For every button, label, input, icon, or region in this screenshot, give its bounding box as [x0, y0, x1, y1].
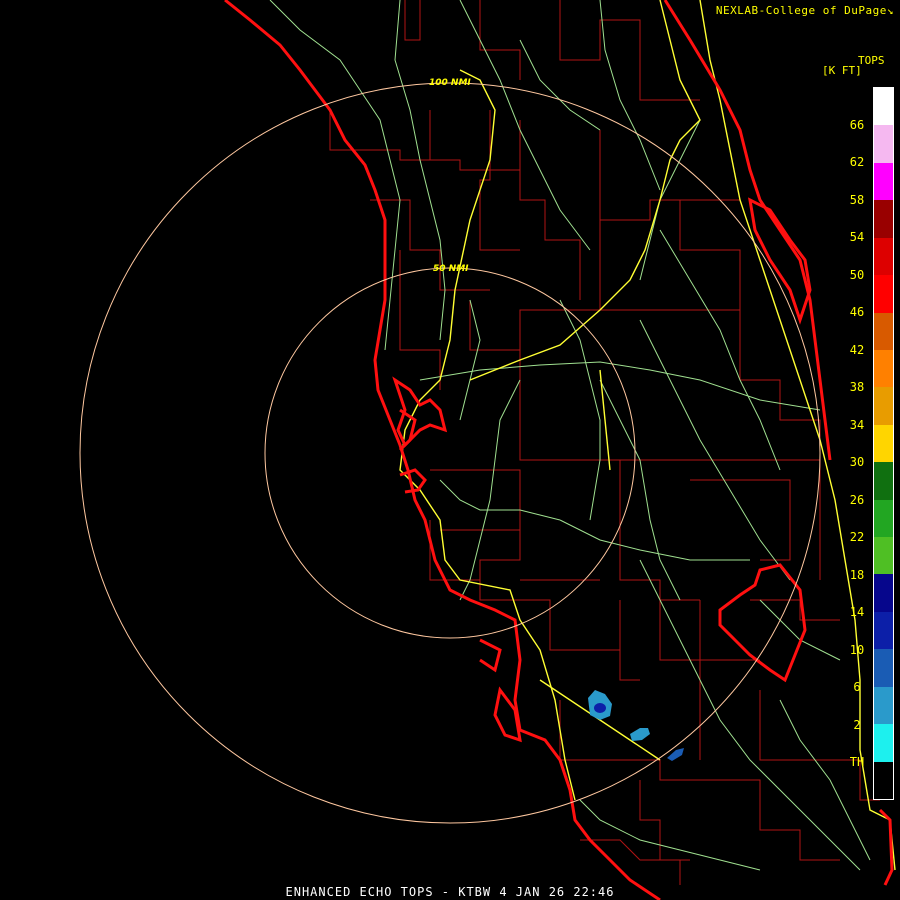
legend-units: [K FT]	[822, 64, 862, 77]
legend-swatch	[874, 462, 893, 500]
legend-label: 2	[853, 717, 861, 732]
legend-swatch	[874, 88, 893, 126]
legend-swatch	[874, 387, 893, 425]
legend-label: 50	[849, 267, 865, 282]
credit-text: NEXLAB-College of DuPage	[715, 4, 887, 17]
legend-color-bar	[873, 87, 894, 800]
legend-swatch	[874, 237, 893, 276]
legend-swatch	[874, 349, 893, 388]
legend-label: 10	[849, 642, 865, 657]
legend-swatch	[874, 574, 893, 612]
legend-swatch	[874, 200, 893, 238]
legend-label: 58	[849, 192, 865, 207]
legend-label: 54	[849, 230, 865, 245]
range-ring-label-100: 100 NMI	[429, 78, 471, 88]
legend-swatch	[874, 125, 893, 163]
radar-echo-cell	[630, 728, 650, 741]
legend-label: 26	[849, 492, 865, 507]
legend-label: 14	[849, 605, 865, 620]
range-ring-label-50: 50 NMI	[433, 264, 469, 274]
legend-swatch	[874, 275, 893, 313]
legend-label: 22	[849, 530, 865, 545]
legend-title: TOPS	[858, 54, 885, 67]
legend-label: 42	[849, 342, 865, 357]
range-ring-50	[264, 267, 636, 639]
legend-label: 34	[849, 417, 865, 432]
highways	[399, 0, 896, 871]
county-borders	[329, 0, 880, 885]
radar-map: 50 NMI 100 NMI	[79, 0, 896, 900]
legend-label: 46	[849, 305, 865, 320]
legend-swatch	[874, 649, 893, 687]
legend-label: TH	[849, 755, 865, 770]
coastline	[224, 0, 894, 900]
radar-echo-core	[594, 703, 606, 713]
legend-label: 66	[849, 117, 865, 132]
road-network	[269, 0, 871, 871]
legend-swatch	[874, 761, 893, 800]
product-footer: ENHANCED ECHO TOPS - KTBW 4 JAN 26 22:46	[285, 885, 615, 899]
legend-label: 18	[849, 567, 865, 582]
range-ring-100	[79, 82, 821, 824]
legend-swatch	[874, 162, 893, 201]
legend-swatch	[874, 312, 893, 350]
radar-echo-cell	[667, 748, 684, 761]
legend-swatch	[874, 611, 893, 650]
credit-label: NEXLAB-College of DuPage↘	[716, 4, 894, 17]
legend-swatch	[874, 499, 893, 538]
legend-swatch	[874, 724, 893, 762]
legend-swatch	[874, 686, 893, 725]
legend-swatch	[874, 537, 893, 575]
range-rings	[79, 82, 821, 824]
legend-swatch	[874, 424, 893, 463]
legend-label: 62	[849, 155, 865, 170]
legend-label: 38	[849, 380, 865, 395]
legend-label: 6	[853, 680, 861, 695]
legend-label: 30	[849, 455, 865, 470]
arrow-box-icon: ↘	[886, 4, 894, 17]
